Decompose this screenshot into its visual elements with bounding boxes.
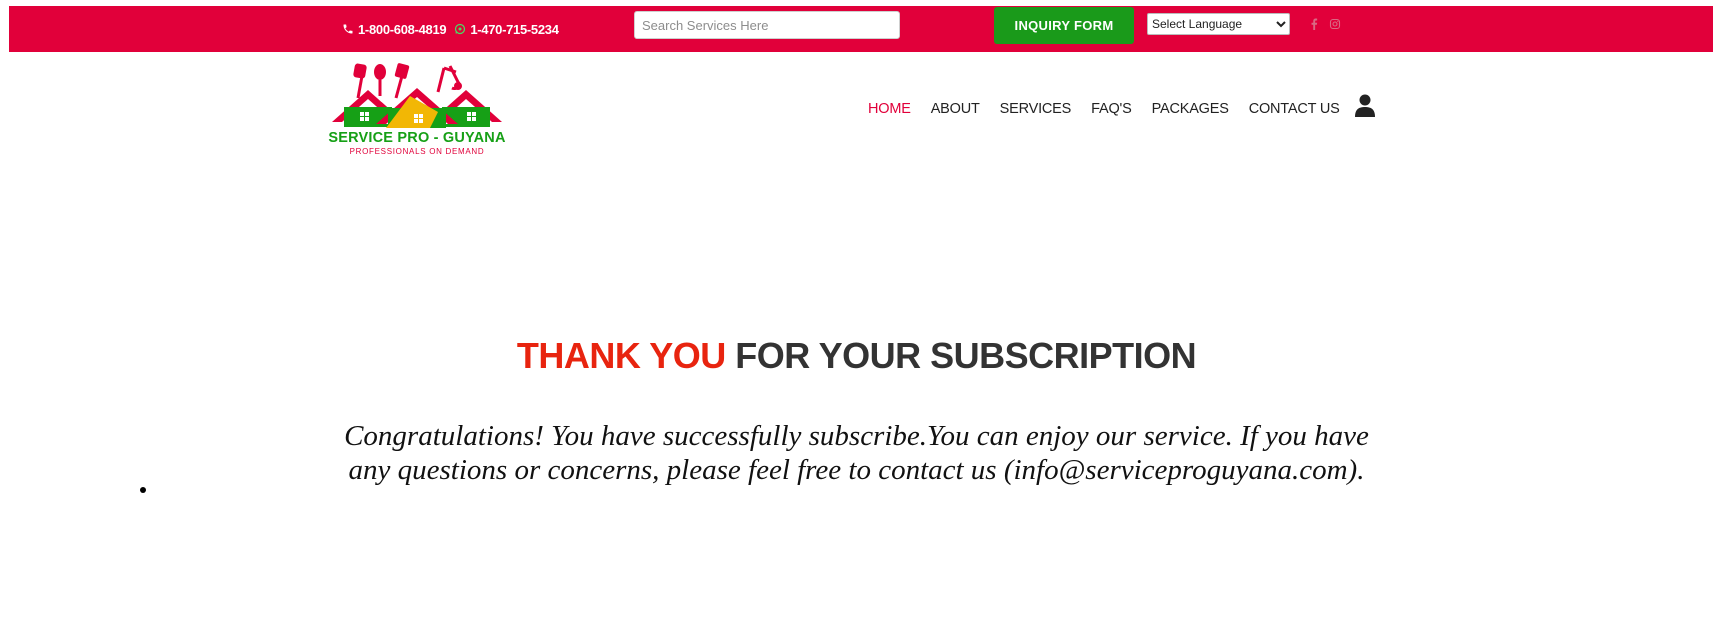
nav-about[interactable]: ABOUT — [931, 101, 980, 117]
nav-contact-us[interactable]: CONTACT US — [1249, 101, 1340, 117]
main-navigation: HOME ABOUT SERVICES FAQ'S PACKAGES CONTA… — [868, 101, 1340, 117]
logo-tagline: PROFESSIONALS ON DEMAND — [349, 147, 485, 156]
user-icon[interactable] — [1355, 94, 1375, 123]
tollfree-number: 1-800-608-4819 — [358, 21, 447, 37]
contact-phones: 1-800-608-4819 1-470-715-5234 — [342, 6, 559, 52]
instagram-icon[interactable] — [1329, 6, 1341, 42]
logo-graphic — [332, 63, 502, 128]
nav-home[interactable]: HOME — [868, 101, 911, 117]
whatsapp-phone[interactable]: 1-470-715-5234 — [454, 21, 559, 37]
site-logo[interactable]: SERVICE PRO - GUYANA PROFESSIONALS ON DE… — [326, 62, 508, 158]
list-bullet — [140, 487, 146, 493]
page-title-rest: FOR YOUR SUBSCRIPTION — [725, 335, 1197, 377]
whatsapp-number: 1-470-715-5234 — [470, 21, 559, 37]
facebook-icon[interactable] — [1309, 6, 1319, 42]
nav-faqs[interactable]: FAQ'S — [1091, 101, 1132, 117]
search-input[interactable] — [634, 11, 900, 39]
language-select[interactable]: Select Language — [1147, 13, 1290, 35]
tollfree-phone[interactable]: 1-800-608-4819 — [342, 21, 447, 37]
phone-icon — [343, 24, 353, 34]
inquiry-form-button[interactable]: INQUIRY FORM — [994, 7, 1134, 44]
confirmation-message: Congratulations! You have successfully s… — [344, 420, 1369, 486]
nav-packages[interactable]: PACKAGES — [1152, 101, 1229, 117]
page-title: THANK YOU FOR YOUR SUBSCRIPTION — [0, 335, 1713, 377]
whatsapp-icon — [455, 23, 466, 35]
page-title-accent: THANK YOU — [516, 335, 726, 377]
nav-services[interactable]: SERVICES — [1000, 101, 1072, 117]
top-bar: 1-800-608-4819 1-470-715-5234 INQUIRY FO… — [9, 6, 1713, 52]
logo-title: SERVICE PRO - GUYANA — [328, 130, 506, 146]
